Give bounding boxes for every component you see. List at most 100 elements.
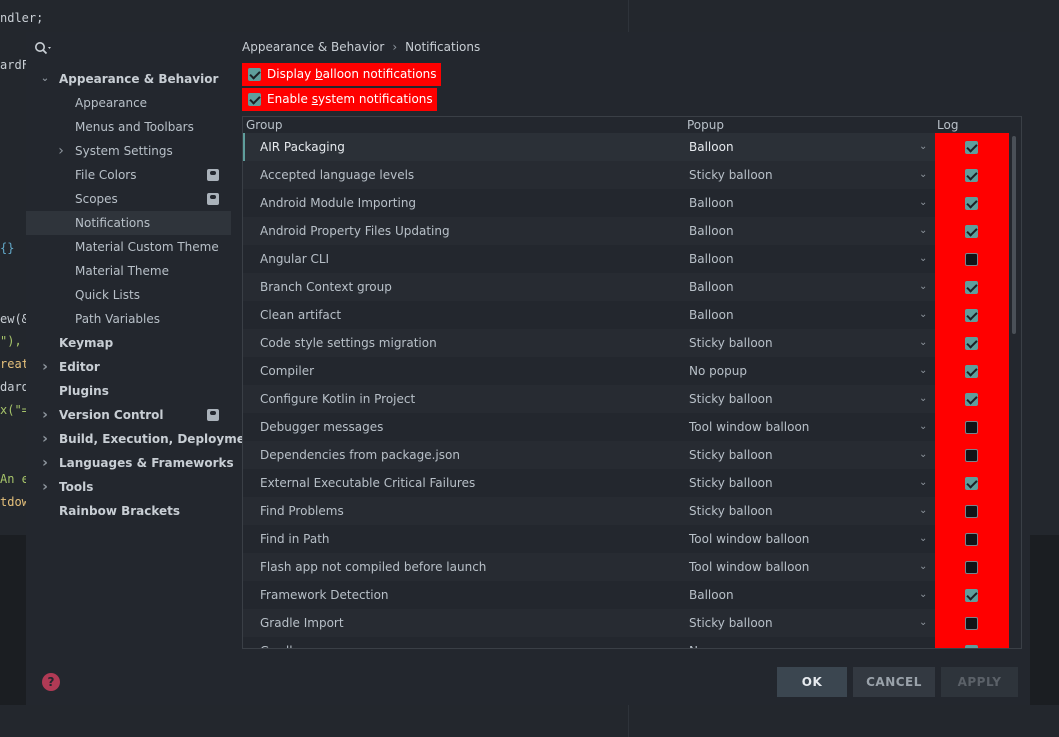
table-row[interactable]: Android Module Importing Balloon ⌄ xyxy=(243,189,935,217)
column-header-group[interactable]: Group xyxy=(246,118,283,132)
table-row[interactable]: Accepted language levels Sticky balloon ⌄ xyxy=(243,161,935,189)
table-row[interactable]: Code style settings migration Sticky ball… xyxy=(243,329,935,357)
table-row[interactable]: Flash app not compiled before launch Tool… xyxy=(243,553,935,581)
popup-select[interactable]: Sticky balloon xyxy=(689,469,773,497)
sidebar-item[interactable]: Quick Lists xyxy=(26,283,231,307)
log-checkbox-checked[interactable] xyxy=(965,197,978,210)
search-icon[interactable] xyxy=(34,42,54,61)
chevron-right-icon[interactable]: › xyxy=(39,355,51,379)
chevron-down-icon[interactable]: ⌄ xyxy=(919,413,927,441)
popup-select[interactable]: Balloon xyxy=(689,581,734,609)
popup-select[interactable]: Tool window balloon xyxy=(689,413,809,441)
breadcrumb-parent[interactable]: Appearance & Behavior xyxy=(242,40,384,54)
chevron-down-icon[interactable]: ⌄ xyxy=(919,441,927,469)
chevron-down-icon[interactable]: ⌄ xyxy=(919,637,927,648)
chevron-down-icon[interactable]: ⌄ xyxy=(39,67,51,91)
table-row[interactable]: Gradle No popup ⌄ xyxy=(243,637,935,648)
popup-select[interactable]: Balloon xyxy=(689,189,734,217)
log-checkbox-unchecked[interactable] xyxy=(965,533,978,546)
table-row[interactable]: External Executable Critical Failures Sti… xyxy=(243,469,935,497)
log-checkbox-unchecked[interactable] xyxy=(965,421,978,434)
checkbox-checked-icon[interactable] xyxy=(248,93,261,106)
sidebar-item[interactable]: Rainbow Brackets xyxy=(26,499,231,523)
log-checkbox-unchecked[interactable] xyxy=(965,561,978,574)
table-row[interactable]: Find Problems Sticky balloon ⌄ xyxy=(243,497,935,525)
chevron-down-icon[interactable]: ⌄ xyxy=(919,217,927,245)
enable-system-notifications-checkbox[interactable]: Enable system notifications xyxy=(242,88,437,111)
log-checkbox-unchecked[interactable] xyxy=(965,617,978,630)
chevron-down-icon[interactable]: ⌄ xyxy=(919,609,927,637)
sidebar-item[interactable]: Appearance xyxy=(26,91,231,115)
column-header-log[interactable]: Log xyxy=(937,118,958,132)
log-checkbox-checked[interactable] xyxy=(965,309,978,322)
settings-search[interactable] xyxy=(34,41,224,61)
sidebar-item[interactable]: Path Variables xyxy=(26,307,231,331)
table-row[interactable]: Gradle Import Sticky balloon ⌄ xyxy=(243,609,935,637)
chevron-down-icon[interactable]: ⌄ xyxy=(919,189,927,217)
sidebar-item[interactable]: Plugins xyxy=(26,379,231,403)
chevron-down-icon[interactable]: ⌄ xyxy=(919,553,927,581)
chevron-down-icon[interactable]: ⌄ xyxy=(919,497,927,525)
chevron-right-icon[interactable]: › xyxy=(55,139,67,163)
log-checkbox-checked[interactable] xyxy=(965,589,978,602)
popup-select[interactable]: No popup xyxy=(689,357,747,385)
chevron-down-icon[interactable]: ⌄ xyxy=(919,357,927,385)
sidebar-item[interactable]: › Tools xyxy=(26,475,231,499)
sidebar-item[interactable]: Keymap xyxy=(26,331,231,355)
cancel-button[interactable]: CANCEL xyxy=(853,667,935,697)
popup-select[interactable]: No popup xyxy=(689,637,747,648)
sidebar-item[interactable]: Material Theme xyxy=(26,259,231,283)
log-checkbox-unchecked[interactable] xyxy=(965,505,978,518)
table-row[interactable]: Branch Context group Balloon ⌄ xyxy=(243,273,935,301)
sidebar-item[interactable]: › Version Control xyxy=(26,403,231,427)
chevron-down-icon[interactable]: ⌄ xyxy=(919,385,927,413)
log-checkbox-checked[interactable] xyxy=(965,225,978,238)
popup-select[interactable]: Sticky balloon xyxy=(689,609,773,637)
log-checkbox-unchecked[interactable] xyxy=(965,253,978,266)
chevron-down-icon[interactable]: ⌄ xyxy=(919,469,927,497)
checkbox-checked-icon[interactable] xyxy=(248,68,261,81)
log-checkbox-checked[interactable] xyxy=(965,645,978,648)
chevron-down-icon[interactable]: ⌄ xyxy=(919,525,927,553)
apply-button[interactable]: APPLY xyxy=(941,667,1018,697)
table-row[interactable]: Compiler No popup ⌄ xyxy=(243,357,935,385)
log-checkbox-checked[interactable] xyxy=(965,365,978,378)
chevron-right-icon[interactable]: › xyxy=(39,403,51,427)
chevron-down-icon[interactable]: ⌄ xyxy=(919,329,927,357)
help-icon[interactable]: ? xyxy=(42,673,60,691)
chevron-right-icon[interactable]: › xyxy=(39,451,51,475)
table-scrollbar[interactable] xyxy=(1011,133,1017,648)
chevron-right-icon[interactable]: › xyxy=(39,475,51,499)
popup-select[interactable]: Balloon xyxy=(689,301,734,329)
table-row[interactable]: Framework Detection Balloon ⌄ xyxy=(243,581,935,609)
log-checkbox-checked[interactable] xyxy=(965,169,978,182)
table-row[interactable]: Configure Kotlin in Project Sticky balloo… xyxy=(243,385,935,413)
popup-select[interactable]: Balloon xyxy=(689,217,734,245)
log-checkbox-unchecked[interactable] xyxy=(965,449,978,462)
table-row[interactable]: Clean artifact Balloon ⌄ xyxy=(243,301,935,329)
chevron-right-icon[interactable]: › xyxy=(39,427,51,451)
log-checkbox-checked[interactable] xyxy=(965,477,978,490)
table-row[interactable]: Dependencies from package.json Sticky bal… xyxy=(243,441,935,469)
popup-select[interactable]: Sticky balloon xyxy=(689,497,773,525)
popup-select[interactable]: Tool window balloon xyxy=(689,553,809,581)
popup-select[interactable]: Sticky balloon xyxy=(689,329,773,357)
table-row[interactable]: Find in Path Tool window balloon ⌄ xyxy=(243,525,935,553)
log-checkbox-checked[interactable] xyxy=(965,281,978,294)
sidebar-item[interactable]: Material Custom Theme xyxy=(26,235,231,259)
log-checkbox-checked[interactable] xyxy=(965,141,978,154)
table-row[interactable]: Android Property Files Updating Balloon ⌄ xyxy=(243,217,935,245)
ok-button[interactable]: OK xyxy=(777,667,847,697)
sidebar-item[interactable]: Menus and Toolbars xyxy=(26,115,231,139)
chevron-down-icon[interactable]: ⌄ xyxy=(919,301,927,329)
chevron-down-icon[interactable]: ⌄ xyxy=(919,581,927,609)
sidebar-item[interactable]: › Build, Execution, Deployment xyxy=(26,427,259,451)
sidebar-item[interactable]: › Languages & Frameworks xyxy=(26,451,234,475)
chevron-down-icon[interactable]: ⌄ xyxy=(919,273,927,301)
popup-select[interactable]: Sticky balloon xyxy=(689,161,773,189)
table-row[interactable]: Angular CLI Balloon ⌄ xyxy=(243,245,935,273)
scrollbar-thumb[interactable] xyxy=(1012,136,1016,334)
chevron-down-icon[interactable]: ⌄ xyxy=(919,133,927,161)
log-checkbox-checked[interactable] xyxy=(965,393,978,406)
sidebar-item[interactable]: File Colors xyxy=(26,163,231,187)
